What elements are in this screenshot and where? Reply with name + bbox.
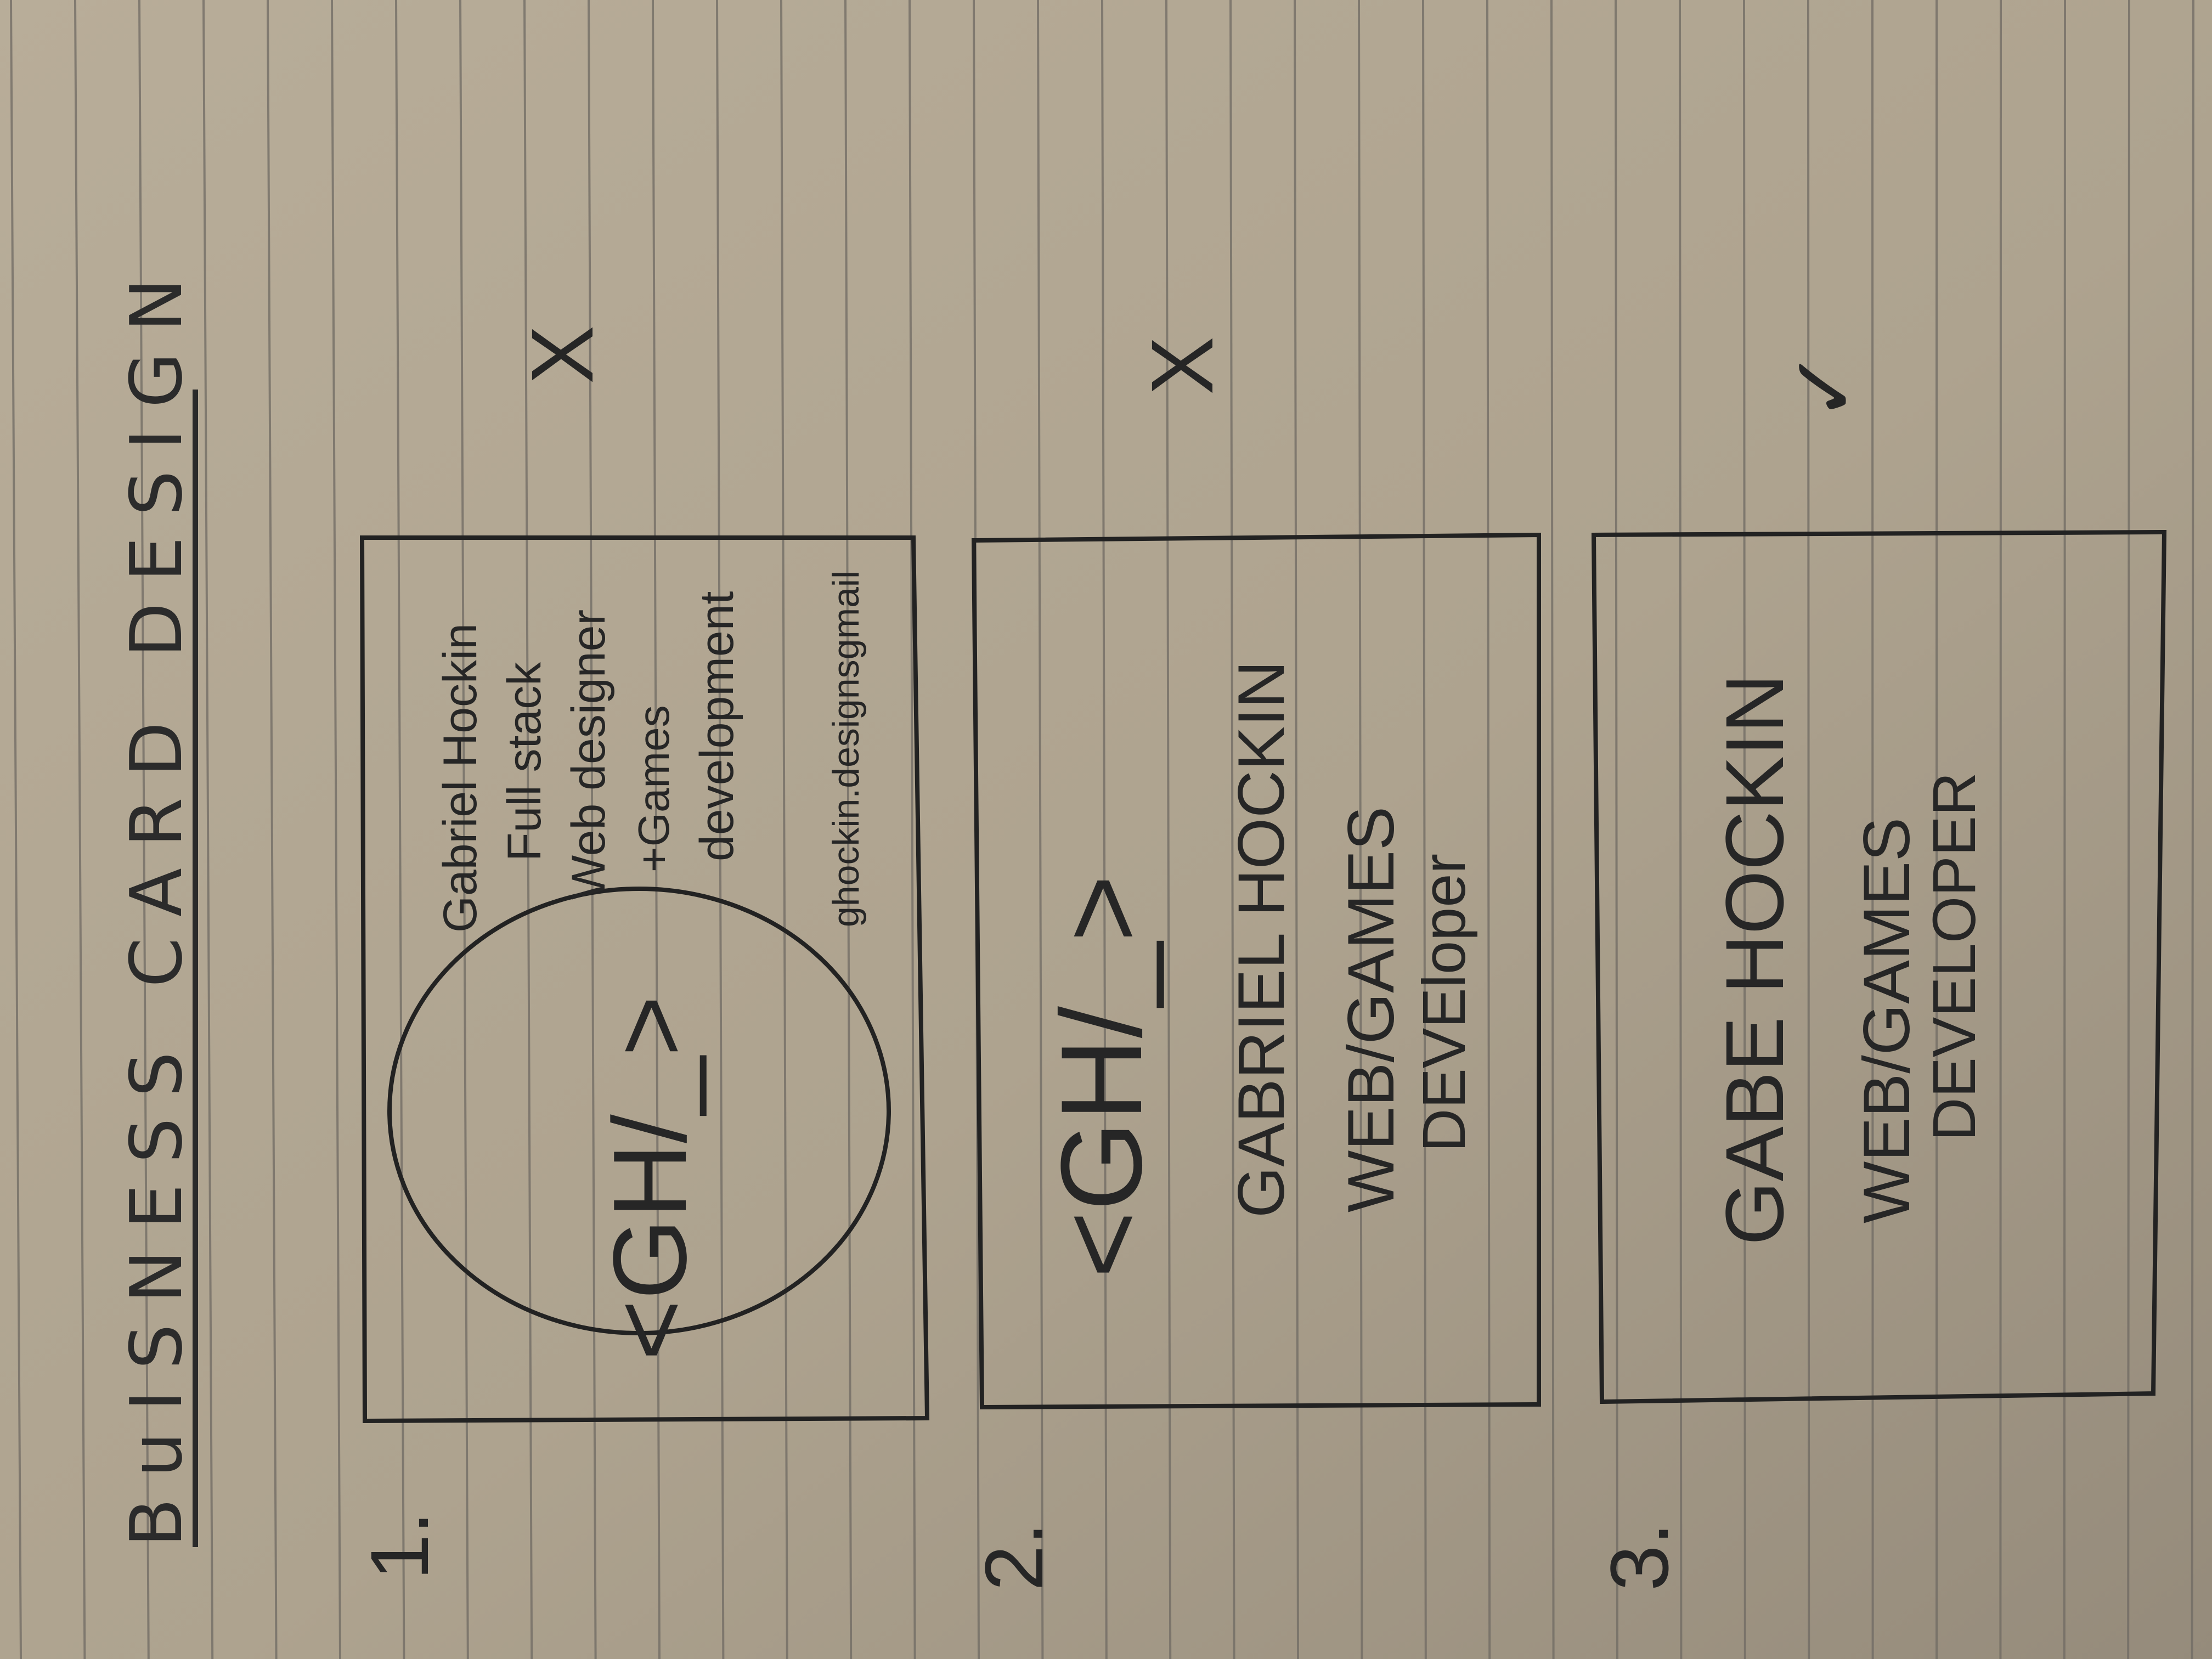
page-title: BuISNESS CARD DESIGN [115, 257, 198, 1547]
ruled-line [1679, 0, 1683, 1659]
ruled-line [2191, 0, 2194, 1659]
card-line: DEVELOPER [1921, 772, 1988, 1141]
design-number: 2. [968, 1522, 1060, 1591]
reject-mark: X [1133, 336, 1231, 395]
card-line: WEB/GAMES [1850, 817, 1923, 1223]
accept-mark: ✓ [1775, 349, 1873, 422]
card-line: GABRIEL HOCKIN [1224, 661, 1298, 1218]
card-line: Gabriel Hockin [434, 623, 487, 933]
ruled-line [2127, 0, 2130, 1659]
card-logo: <GH/_> [1037, 875, 1166, 1278]
reject-mark: X [513, 325, 611, 384]
card-line: DEVEloper [1410, 854, 1478, 1152]
card-line: GABE HOCKIN [1708, 674, 1801, 1245]
card-line: +Games [629, 705, 678, 872]
card-line: Full stack [498, 662, 551, 861]
design-number: 1. [353, 1511, 445, 1580]
card-line: development [691, 591, 743, 861]
notebook-page: BuISNESS CARD DESIGN 1. <GH/_> Gabriel H… [0, 0, 2212, 1659]
page-title-group: BuISNESS CARD DESIGN [115, 257, 198, 1547]
card-line: Web designer [562, 610, 615, 900]
ruled-line [1807, 0, 1810, 1659]
ruled-line [2063, 0, 2066, 1659]
card-logo: <GH/_> [592, 996, 708, 1361]
ruled-line [1999, 0, 2002, 1659]
design-number: 3. [1593, 1522, 1685, 1591]
card-line: WEB/GAMES [1334, 806, 1408, 1212]
card-email: ghockin.designsgmail [825, 571, 867, 927]
